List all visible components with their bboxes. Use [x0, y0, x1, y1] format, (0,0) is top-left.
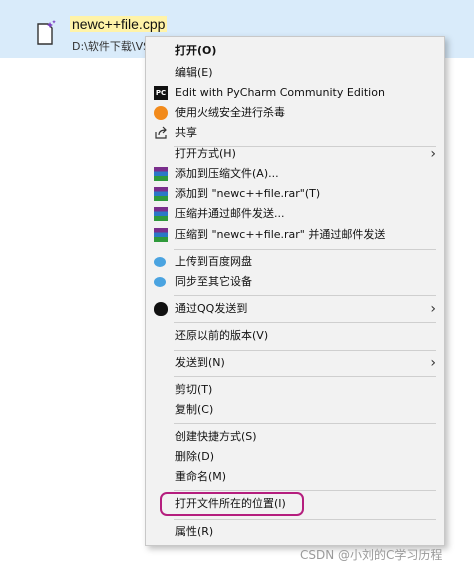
menu-item-sync-devices[interactable]: 同步至其它设备 [146, 272, 444, 292]
menu-item-label: Edit with PyCharm Community Edition [175, 86, 385, 99]
menu-item-label: 共享 [175, 126, 197, 139]
menu-item-rename[interactable]: 重命名(M) [146, 467, 444, 487]
baidu-cloud-icon [154, 257, 166, 267]
menu-item-label: 使用火绒安全进行杀毒 [175, 106, 285, 119]
menu-separator [174, 249, 436, 250]
menu-item-label: 创建快捷方式(S) [175, 430, 257, 443]
menu-item-send-to[interactable]: 发送到(N) › [146, 353, 444, 373]
menu-item-cut[interactable]: 剪切(T) [146, 380, 444, 400]
menu-item-label: 上传到百度网盘 [175, 255, 252, 268]
menu-item-share[interactable]: 共享 [146, 123, 444, 143]
menu-item-label: 同步至其它设备 [175, 275, 252, 288]
menu-item-open[interactable]: 打开(O) [146, 41, 444, 61]
menu-separator [174, 519, 436, 520]
menu-item-label: 属性(R) [175, 525, 214, 538]
menu-item-create-shortcut[interactable]: 创建快捷方式(S) [146, 427, 444, 447]
pycharm-icon: PC [154, 86, 168, 100]
menu-separator [174, 376, 436, 377]
winrar-icon [154, 228, 168, 242]
qq-penguin-icon [154, 302, 168, 316]
menu-item-label: 添加到压缩文件(A)... [175, 167, 279, 180]
menu-item-label: 剪切(T) [175, 383, 213, 396]
menu-separator [174, 423, 436, 424]
menu-item-restore-versions[interactable]: 还原以前的版本(V) [146, 326, 444, 346]
menu-separator [174, 350, 436, 351]
menu-item-label: 删除(D) [175, 450, 215, 463]
menu-separator [174, 322, 436, 323]
highlight-box [160, 492, 304, 516]
menu-item-huorong-scan[interactable]: 使用火绒安全进行杀毒 [146, 103, 444, 123]
huorong-flame-icon [154, 106, 168, 120]
menu-item-copy[interactable]: 复制(C) [146, 400, 444, 420]
menu-item-delete[interactable]: 删除(D) [146, 447, 444, 467]
menu-item-label: 通过QQ发送到 [175, 302, 248, 315]
menu-separator [174, 295, 436, 296]
winrar-icon [154, 207, 168, 221]
menu-item-edit[interactable]: 编辑(E) [146, 63, 444, 83]
menu-item-label: 打开(O) [175, 44, 217, 57]
share-icon [155, 126, 167, 139]
menu-item-label: 发送到(N) [175, 356, 225, 369]
menu-item-add-to-rar[interactable]: 添加到 "newc++file.rar"(T) [146, 184, 444, 204]
file-path: D:\软件下载\VS [72, 40, 151, 53]
menu-item-label: 复制(C) [175, 403, 214, 416]
menu-item-compress-rar-email[interactable]: 压缩到 "newc++file.rar" 并通过邮件发送 [146, 225, 444, 245]
winrar-icon [154, 167, 168, 181]
menu-separator [174, 490, 436, 491]
menu-item-add-to-archive[interactable]: 添加到压缩文件(A)... [146, 164, 444, 184]
menu-item-label: 还原以前的版本(V) [175, 329, 269, 342]
menu-item-label: 打开方式(H) [175, 147, 236, 160]
chevron-right-icon: › [430, 355, 436, 371]
menu-item-label: 压缩并通过邮件发送... [175, 207, 285, 220]
menu-item-baidu-upload[interactable]: 上传到百度网盘 [146, 252, 444, 272]
menu-item-edit-pycharm[interactable]: PC Edit with PyCharm Community Edition [146, 83, 444, 103]
menu-item-compress-email[interactable]: 压缩并通过邮件发送... [146, 204, 444, 224]
menu-item-send-via-qq[interactable]: 通过QQ发送到 › [146, 299, 444, 319]
chevron-right-icon: › [430, 301, 436, 317]
menu-item-label: 重命名(M) [175, 470, 227, 483]
watermark: CSDN @小刘的C学习历程 [300, 548, 443, 562]
winrar-icon [154, 187, 168, 201]
context-menu: 打开(O) 编辑(E) PC Edit with PyCharm Communi… [145, 36, 445, 546]
file-sparkle-icon [37, 20, 56, 45]
menu-item-properties[interactable]: 属性(R) [146, 522, 444, 542]
baidu-cloud-icon [154, 277, 166, 287]
menu-item-label: 编辑(E) [175, 66, 213, 79]
menu-item-open-with[interactable]: 打开方式(H) › [146, 144, 444, 164]
chevron-right-icon: › [430, 146, 436, 162]
file-name[interactable]: newc++file.cpp [70, 16, 168, 32]
menu-item-label: 压缩到 "newc++file.rar" 并通过邮件发送 [175, 228, 386, 241]
menu-item-label: 添加到 "newc++file.rar"(T) [175, 187, 321, 200]
